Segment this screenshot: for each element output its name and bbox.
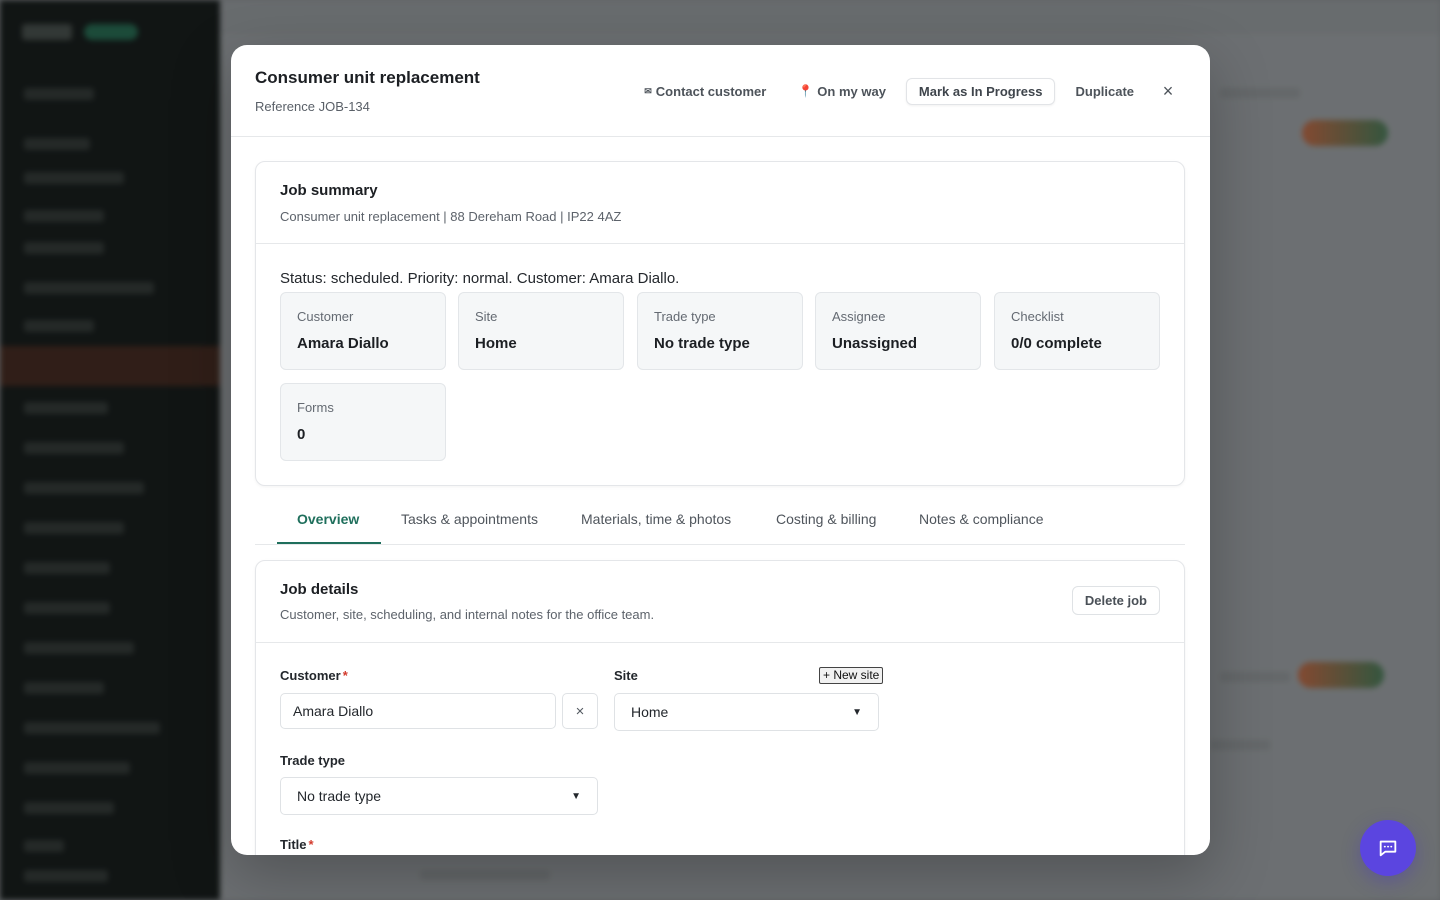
chat-bubble-icon [1379,840,1397,857]
customer-input-value: Amara Diallo [293,703,374,719]
title-label-text: Title [280,837,307,852]
duplicate-button[interactable]: Duplicate [1063,79,1146,104]
stat-value: No trade type [654,335,750,352]
customer-label-text: Customer [280,668,341,683]
job-summary-header: Job summary Consumer unit replacement | … [256,162,1184,244]
contact-customer-button[interactable]: ✉ Contact customer [632,79,778,104]
on-my-way-button[interactable]: 📍 On my way [786,79,898,104]
required-marker: * [342,668,348,683]
stat-label: Assignee [832,309,886,324]
stat-forms: Forms 0 [280,383,446,461]
stat-trade-type: Trade type No trade type [637,292,803,370]
chat-button[interactable] [1360,820,1416,876]
map-pin-icon: 📍 [798,84,814,98]
site-select-value: Home [631,704,669,720]
title-field-label: Title * [280,837,314,852]
active-tab-indicator [277,542,381,544]
tab-costing-billing[interactable]: Costing & billing [776,511,876,539]
job-modal: Consumer unit replacement Reference JOB-… [231,45,1210,855]
stat-site: Site Home [458,292,624,370]
modal-header: Consumer unit replacement Reference JOB-… [231,45,1210,137]
job-tabs: Overview Tasks & appointments Materials,… [255,495,1185,545]
job-reference: Reference JOB-134 [255,99,370,114]
tab-notes-compliance[interactable]: Notes & compliance [919,511,1044,539]
close-icon: × [575,702,585,720]
stat-value: 0/0 complete [1011,335,1102,352]
chevron-down-icon: ▼ [571,790,581,802]
modal-body: Job summary Consumer unit replacement | … [231,137,1210,855]
job-details-subtitle: Customer, site, scheduling, and internal… [280,607,655,622]
contact-customer-label: Contact customer [655,83,767,99]
trade-type-select[interactable]: No trade type ▼ [280,777,598,815]
mark-in-progress-button[interactable]: Mark as In Progress [905,77,1056,105]
tab-materials-time-photos[interactable]: Materials, time & photos [581,511,731,539]
status-line: Status: scheduled. Priority: normal. Cus… [280,270,680,287]
tab-tasks-appointments[interactable]: Tasks & appointments [401,511,538,539]
stat-checklist: Checklist 0/0 complete [994,292,1160,370]
site-select[interactable]: Home ▼ [614,693,879,731]
header-actions: ✉ Contact customer 📍 On my way Mark as I… [632,77,1182,105]
stat-value: 0 [297,426,306,443]
on-my-way-label: On my way [817,83,886,99]
job-summary-title: Job summary [280,182,378,199]
job-summary-card: Job summary Consumer unit replacement | … [255,161,1185,486]
stat-label: Checklist [1011,309,1064,324]
customer-input[interactable]: Amara Diallo [280,693,556,729]
job-summary-subtitle: Consumer unit replacement | 88 Dereham R… [280,209,622,224]
envelope-icon: ✉ [644,85,652,96]
modal-title: Consumer unit replacement [255,68,480,87]
close-icon[interactable]: × [1154,77,1182,105]
stat-value: Amara Diallo [297,335,389,352]
job-details-card: Job details Customer, site, scheduling, … [255,560,1185,855]
tab-overview[interactable]: Overview [297,511,359,539]
clear-customer-button[interactable]: × [562,693,598,729]
new-site-button[interactable]: + New site [819,667,884,684]
stat-value: Unassigned [832,335,918,352]
stat-label: Forms [297,400,334,415]
trade-type-field-label: Trade type [280,753,346,768]
delete-job-button[interactable]: Delete job [1071,586,1160,615]
stat-value: Home [475,335,517,352]
stat-label: Trade type [654,309,716,324]
chevron-down-icon: ▼ [852,706,862,718]
job-details-header: Job details Customer, site, scheduling, … [256,561,1184,643]
job-details-title: Job details [280,581,359,598]
stat-customer: Customer Amara Diallo [280,292,446,370]
site-field-label: Site [614,668,638,683]
stat-assignee: Assignee Unassigned [815,292,981,370]
trade-type-select-value: No trade type [297,788,382,804]
customer-field-label: Customer * [280,668,348,683]
required-marker: * [308,837,314,852]
stat-label: Customer [297,309,354,324]
stat-label: Site [475,309,498,324]
